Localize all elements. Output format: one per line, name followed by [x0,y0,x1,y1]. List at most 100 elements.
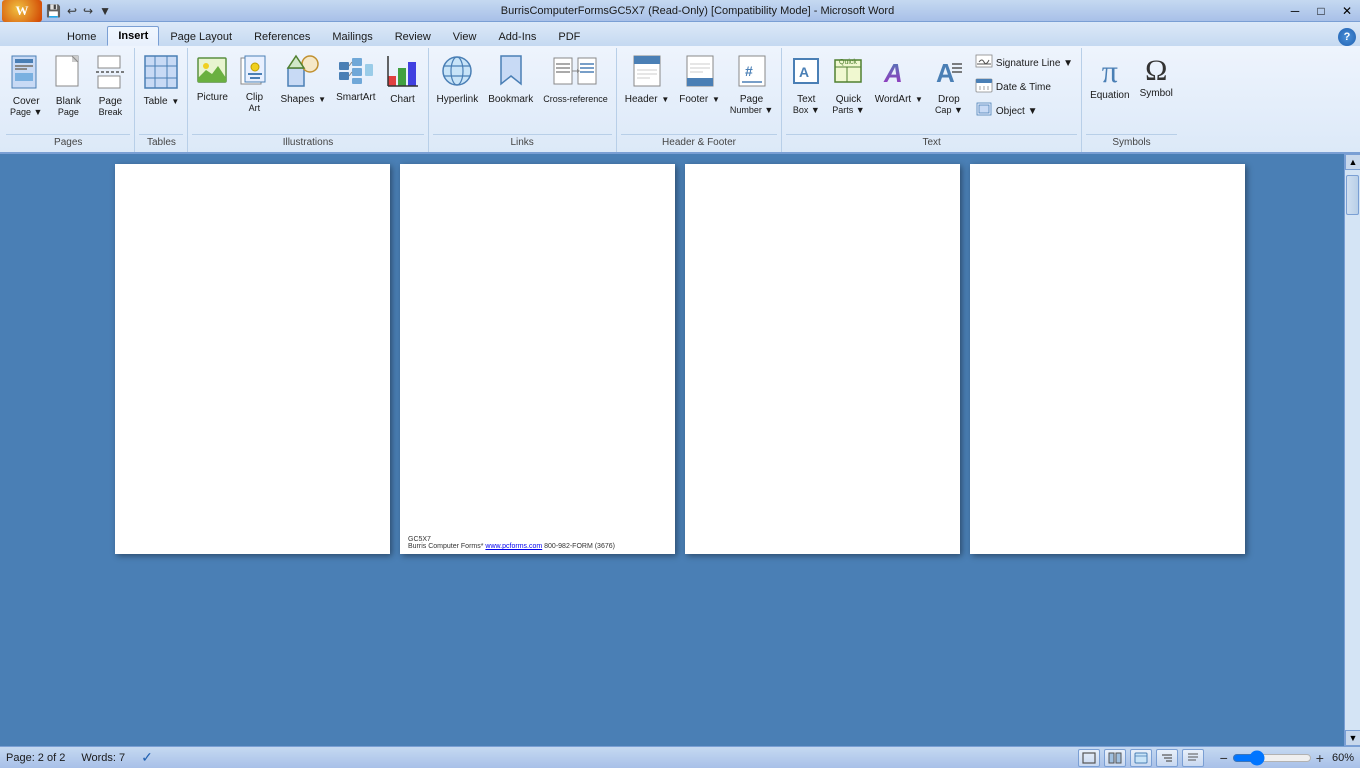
equation-button[interactable]: π Equation [1086,52,1133,103]
spell-check-icon[interactable]: ✓ [141,749,153,766]
tab-pagelayout[interactable]: Page Layout [159,27,243,46]
page-number-icon: # [737,54,767,93]
text-box-button[interactable]: A TextBox ▼ [786,52,826,118]
footer-link[interactable]: www.pcforms.com [485,543,542,550]
ribbon-group-header-footer: Header ▼ Footer ▼ [617,48,783,152]
office-button[interactable]: W [2,0,42,22]
tab-view[interactable]: View [442,27,488,46]
tab-references[interactable]: References [243,27,321,46]
cross-reference-icon [553,54,597,93]
document-page-4 [970,164,1245,554]
hyperlink-icon [440,54,474,93]
document-page-3 [685,164,960,554]
symbols-group-label: Symbols [1086,134,1177,150]
signature-line-icon [975,53,993,74]
picture-label: Picture [197,92,228,103]
tab-insert[interactable]: Insert [107,26,159,46]
smartart-button[interactable]: SmartArt [332,52,379,105]
table-button[interactable]: Table ▼ [139,52,183,109]
window-controls: ─ □ ✕ [1282,0,1360,22]
page-break-icon [96,54,124,95]
minimize-button[interactable]: ─ [1282,0,1308,22]
tab-pdf[interactable]: PDF [547,27,591,46]
scroll-track[interactable] [1345,170,1360,730]
svg-text:A: A [799,64,809,80]
web-layout-button[interactable] [1130,749,1152,767]
draft-view-button[interactable] [1182,749,1204,767]
quick-parts-icon: Quick [833,54,863,93]
scroll-up-button[interactable]: ▲ [1345,154,1360,170]
wordart-icon: A [882,54,916,93]
wordart-button[interactable]: A WordArt ▼ [871,52,927,107]
window-title: BurrisComputerFormsGC5X7 (Read-Only) [Co… [113,5,1282,17]
ribbon-group-text: A TextBox ▼ Quick QuickParts ▼ [782,48,1082,152]
restore-button[interactable]: □ [1308,0,1334,22]
tab-mailings[interactable]: Mailings [321,27,383,46]
quick-access-toolbar: 💾 ↩ ↪ ▼ [44,3,113,19]
save-button[interactable]: 💾 [44,3,63,19]
tab-home[interactable]: Home [56,27,107,46]
page-number-button[interactable]: # PageNumber ▼ [726,52,777,118]
equation-label: Equation [1090,90,1129,101]
signature-line-button[interactable]: Signature Line ▼ [971,52,1077,75]
clip-art-button[interactable]: ClipArt [234,52,274,116]
shapes-button[interactable]: Shapes ▼ [276,52,330,107]
object-icon [975,101,993,122]
full-screen-reading-button[interactable] [1104,749,1126,767]
text-box-label: TextBox ▼ [793,94,820,116]
zoom-level: 60% [1332,752,1354,764]
chart-label: Chart [390,94,414,105]
blank-page-button[interactable]: BlankPage [48,52,88,120]
symbol-button[interactable]: Ω Symbol [1136,52,1177,101]
cross-reference-label: Cross-reference [543,94,608,104]
ribbon-group-illustrations: Picture ClipArt [188,48,428,152]
scroll-thumb[interactable] [1346,175,1359,215]
page-break-label: PageBreak [99,96,123,118]
symbol-icon: Ω [1145,54,1167,87]
header-button[interactable]: Header ▼ [621,52,674,107]
table-icon [143,54,179,95]
svg-text:A: A [936,58,955,88]
quick-parts-button[interactable]: Quick QuickParts ▼ [828,52,868,118]
picture-button[interactable]: Picture [192,52,232,105]
zoom-out-button[interactable]: − [1220,750,1228,766]
cover-page-button[interactable]: CoverPage ▼ [6,52,46,120]
vertical-scrollbar: ▲ ▼ [1344,154,1360,746]
print-layout-button[interactable] [1078,749,1100,767]
date-time-button[interactable]: Date & Time [971,76,1077,99]
qa-dropdown-button[interactable]: ▼ [97,3,113,19]
tab-addins[interactable]: Add-Ins [487,27,547,46]
title-bar: W 💾 ↩ ↪ ▼ BurrisComputerFormsGC5X7 (Read… [0,0,1360,22]
chart-button[interactable]: Chart [382,52,424,107]
zoom-slider[interactable] [1232,751,1312,765]
tables-group-label: Tables [139,134,183,150]
undo-button[interactable]: ↩ [65,3,79,19]
ribbon-group-symbols: π Equation Ω Symbol Symbols [1082,48,1181,152]
shapes-icon [286,54,320,93]
page-break-button[interactable]: PageBreak [90,52,130,120]
pages-group-label: Pages [6,134,130,150]
close-button[interactable]: ✕ [1334,0,1360,22]
page-footer-code: GC5X7 [408,536,615,543]
outline-view-button[interactable] [1156,749,1178,767]
ribbon-tabs: Home Insert Page Layout References Maili… [0,22,1360,46]
status-left: Page: 2 of 2 Words: 7 ✓ [6,749,153,766]
drop-cap-button[interactable]: A DropCap ▼ [929,52,969,118]
bookmark-button[interactable]: Bookmark [484,52,537,107]
ribbon-group-links: Hyperlink Bookmark [429,48,617,152]
redo-button[interactable]: ↪ [81,3,95,19]
illustrations-group-label: Illustrations [192,134,423,150]
quick-parts-label: QuickParts ▼ [832,94,864,116]
tab-review[interactable]: Review [384,27,442,46]
scroll-down-button[interactable]: ▼ [1345,730,1360,746]
object-label: Object ▼ [996,106,1038,117]
word-count: Words: 7 [81,752,125,764]
footer-button[interactable]: Footer ▼ [675,52,724,107]
cover-page-icon [10,54,42,95]
hyperlink-button[interactable]: Hyperlink [433,52,483,107]
cross-reference-button[interactable]: Cross-reference [539,52,612,106]
help-button[interactable]: ? [1338,28,1356,46]
object-button[interactable]: Object ▼ [971,100,1077,123]
page-number-label: PageNumber ▼ [730,94,773,116]
zoom-in-button[interactable]: + [1316,750,1324,766]
